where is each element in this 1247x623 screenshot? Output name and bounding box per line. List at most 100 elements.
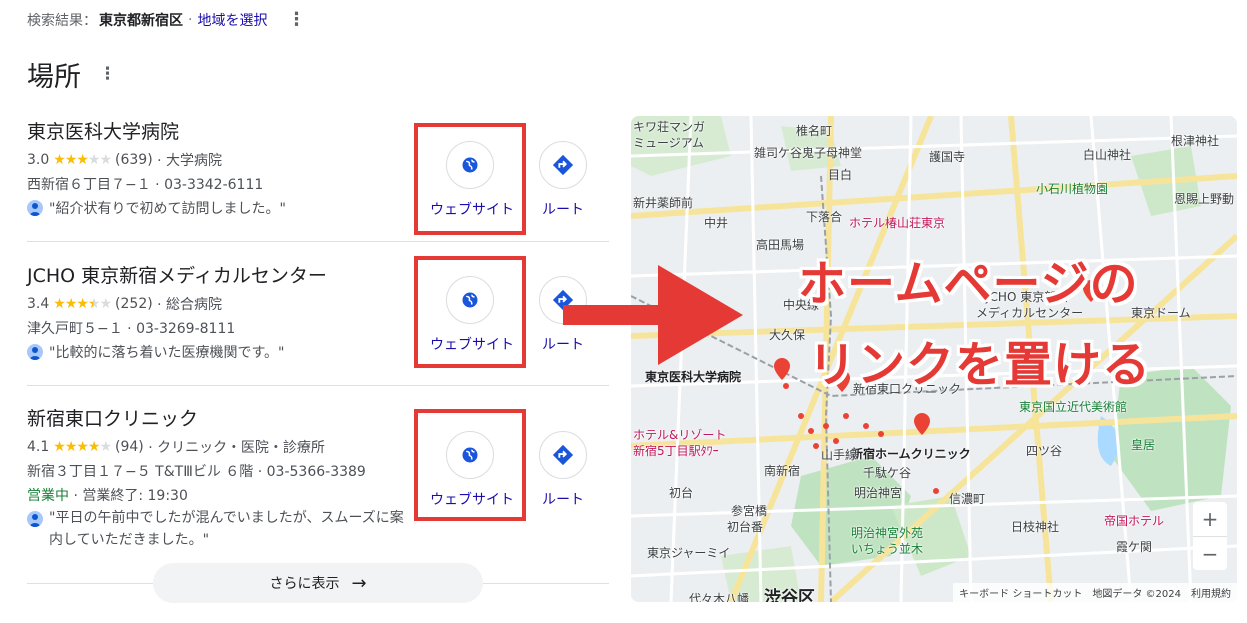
review-snippet: "紹介状有りで初めて訪問しました。" (49, 201, 286, 217)
review-count: (639) (115, 152, 153, 168)
route-label[interactable]: ルート (523, 489, 603, 509)
map-label: 初台番 (727, 520, 764, 534)
map-label: 千駄ケ谷 (863, 466, 912, 480)
map-label: 四ツ谷 (1026, 444, 1063, 458)
map-attribution: キーボード ショートカット 地図データ ©2024 利用規約 (953, 583, 1237, 602)
map-label: 目白 (828, 168, 853, 182)
map-label: ミュージアム (633, 136, 704, 150)
highlight-box (414, 256, 526, 368)
location-name: 東京都新宿区 (99, 13, 183, 29)
hours-row: 営業中 · 営業終了: 19:30 (27, 483, 407, 507)
place-category: · 大学病院 (157, 153, 223, 169)
select-region-link[interactable]: 地域を選択 (197, 10, 267, 30)
place-name[interactable]: JCHO 東京新宿メディカルセンター (27, 261, 407, 288)
route-label[interactable]: ルート (523, 199, 603, 219)
review-snippet-row: "紹介状有りで初めて訪問しました。" (27, 196, 407, 220)
place-address: 新宿３丁目１７−５ T&TⅢビル ６階 · 03-5366-3389 (27, 464, 366, 480)
place-address: 西新宿６丁目７−１ · 03-3342-6111 (27, 177, 264, 193)
map-label: ホテル&リゾート (633, 428, 727, 442)
map-label: 初台 (669, 486, 694, 500)
places-section-title: 場所 ⋮ (27, 55, 116, 94)
map-label: 東京医科大学病院 (645, 370, 742, 384)
place-item[interactable]: JCHO 東京新宿メディカルセンター 3.4 ★★★★★ (252) · 総合病… (27, 261, 407, 364)
map-label: 大久保 (769, 328, 806, 342)
section-title-text: 場所 (27, 62, 81, 93)
place-name[interactable]: 東京医科大学病院 (27, 117, 407, 144)
place-item[interactable]: 東京医科大学病院 3.0 ★★★★★ (639) · 大学病院 西新宿６丁目７−… (27, 117, 407, 220)
review-count: (94) (115, 439, 144, 455)
callout-text-line1: ホームページの (798, 256, 1139, 312)
avatar-icon (27, 344, 43, 360)
review-count: (252) (115, 296, 153, 312)
avatar-icon (27, 511, 43, 527)
avatar-icon (27, 200, 43, 216)
location-prefix: 検索結果： (27, 13, 97, 29)
route-button[interactable]: ルート (523, 431, 603, 509)
show-more-button[interactable]: さらに表示 → (153, 563, 483, 603)
highlight-box (414, 409, 526, 521)
callout-text-line2: リンクを置ける (808, 337, 1152, 393)
terms-link[interactable]: 利用規約 (1191, 585, 1231, 600)
route-icon-button[interactable] (539, 431, 587, 479)
map-label: 参宮橋 (731, 504, 768, 518)
map-label: ホテル椿山荘東京 (849, 216, 946, 230)
highlight-box (414, 123, 526, 235)
route-button[interactable]: ルート (523, 141, 603, 219)
rating-row: 3.0 ★★★★★ (639) · 大学病院 (27, 148, 407, 172)
map-label: 下落合 (806, 210, 843, 224)
separator: · (188, 12, 193, 28)
section-options-icon[interactable]: ⋮ (99, 66, 116, 83)
map-label: 護国寺 (929, 150, 966, 164)
star-rating-icon: ★★★★★ (53, 439, 112, 455)
rating-row: 3.4 ★★★★★ (252) · 総合病院 (27, 292, 407, 316)
place-address: 津久戸町５−１ · 03-3269-8111 (27, 321, 236, 337)
show-more-label: さらに表示 (269, 576, 340, 592)
route-icon-button[interactable] (539, 141, 587, 189)
review-snippet-row: "比較的に落ち着いた医療機関です。" (27, 340, 407, 364)
map-label: 高田馬場 (756, 238, 805, 252)
arrow-right-icon: → (351, 572, 367, 594)
map-label: 渋谷区 (764, 588, 815, 602)
map-label: 小石川植物園 (1036, 182, 1109, 196)
open-status: 営業中 (27, 488, 69, 504)
map-label: 信濃町 (949, 492, 986, 506)
more-options-icon[interactable]: ⋮ (287, 11, 305, 29)
map-label: 東京ドーム (1131, 306, 1191, 320)
directions-icon (552, 154, 574, 176)
map-label: 新宿5丁目駅ﾀﾜｰ (633, 444, 719, 458)
zoom-out-button[interactable]: − (1193, 536, 1227, 570)
map-label: 雑司ケ谷鬼子母神堂 (754, 146, 863, 160)
rating-row: 4.1 ★★★★★ (94) · クリニック・医院・診療所 (27, 435, 407, 459)
arrow-right-icon (563, 265, 743, 365)
place-item[interactable]: 新宿東口クリニック 4.1 ★★★★★ (94) · クリニック・医院・診療所 … (27, 404, 407, 551)
map-label: 明治神宮 (854, 486, 903, 500)
review-snippet-row: "平日の午前中でしたが混んでいましたが、スムーズに案内していただきました。" (27, 507, 412, 551)
star-rating-icon: ★★★★★ (53, 152, 112, 168)
map-label: 南新宿 (764, 464, 801, 478)
map-label: 霞ケ関 (1116, 540, 1153, 554)
star-rating-icon: ★★★★★ (53, 296, 112, 312)
map-label: 皇居 (1131, 438, 1156, 452)
map-label: 日枝神社 (1011, 520, 1060, 534)
map-label: 新井薬師前 (633, 196, 694, 210)
map-label: 根津神社 (1171, 134, 1220, 148)
map-label: 中井 (704, 216, 729, 230)
zoom-in-button[interactable]: + (1193, 502, 1227, 536)
place-category: · 総合病院 (157, 297, 223, 313)
map-label: 帝国ホテル (1104, 514, 1165, 528)
map-label: 新宿ホームクリニック (851, 447, 971, 461)
rating-value: 3.0 (27, 152, 50, 168)
place-name[interactable]: 新宿東口クリニック (27, 404, 407, 431)
rating-value: 4.1 (27, 439, 50, 455)
review-snippet: "比較的に落ち着いた医療機関です。" (49, 345, 285, 361)
map-label: 山手線 (821, 448, 858, 462)
directions-icon (552, 444, 574, 466)
map-label: 恩賜上野動 (1174, 192, 1235, 206)
closing-time: · 営業終了: 19:30 (73, 488, 188, 504)
search-location-bar: 検索結果： 東京都新宿区 · 地域を選択 ⋮ (27, 10, 305, 30)
keyboard-shortcuts-link[interactable]: キーボード ショートカット (959, 585, 1082, 600)
divider (27, 241, 609, 242)
rating-value: 3.4 (27, 296, 50, 312)
map-label: いちょう並木 (851, 542, 924, 556)
map-label: キワ荘マンガ (633, 120, 706, 134)
